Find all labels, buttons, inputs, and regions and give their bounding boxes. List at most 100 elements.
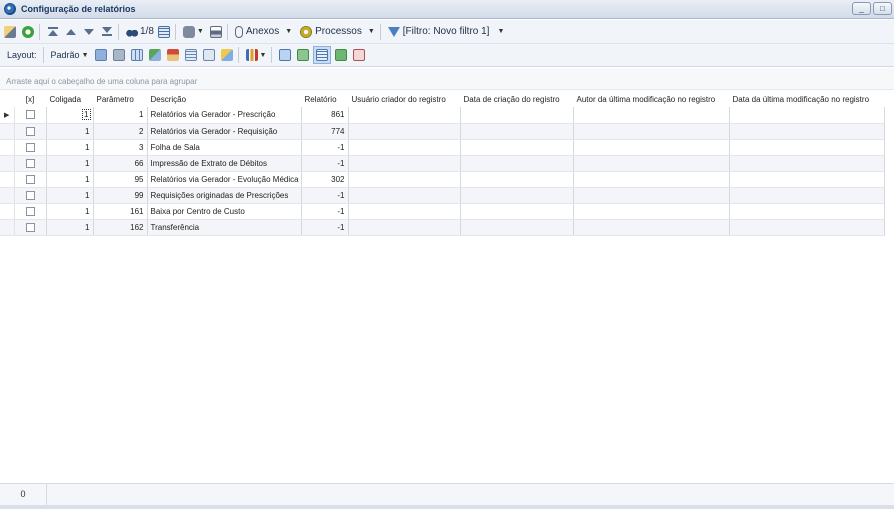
cell-data-modificacao[interactable] (729, 123, 885, 140)
cell-parametro[interactable]: 99 (93, 187, 148, 204)
cell-data-modificacao[interactable] (729, 107, 885, 124)
cell-descricao[interactable]: Transferência (147, 219, 302, 236)
first-record-button[interactable] (45, 23, 61, 41)
cell-relatorio[interactable]: 774 (301, 123, 349, 140)
table-row[interactable]: 1 99 Requisições originadas de Prescriçõ… (0, 187, 885, 204)
view-grid-button[interactable] (313, 46, 332, 64)
cell-coligada[interactable]: 1 (46, 155, 94, 172)
cell-coligada[interactable]: 1 (46, 171, 94, 188)
cell-descricao[interactable]: Relatórios via Gerador - Requisição (147, 123, 302, 140)
cell-autor-modificacao[interactable] (573, 123, 730, 140)
previous-record-button[interactable] (63, 23, 79, 41)
cell-autor-modificacao[interactable] (573, 107, 730, 124)
column-header-select[interactable]: [x] (14, 91, 47, 107)
cell-relatorio[interactable]: -1 (301, 139, 349, 156)
layout-select[interactable]: Padrão ▼ (49, 46, 91, 64)
cell-data-criacao[interactable] (460, 171, 574, 188)
cell-coligada[interactable]: 1 (46, 219, 94, 236)
cell-coligada[interactable]: 1 (46, 203, 94, 220)
column-header-autor-modificacao[interactable]: Autor da última modificação no registro (573, 91, 730, 107)
cell-parametro[interactable]: 66 (93, 155, 148, 172)
cell-autor-modificacao[interactable] (573, 203, 730, 220)
column-header-parametro[interactable]: Parâmetro (93, 91, 148, 107)
cell-data-criacao[interactable] (460, 155, 574, 172)
table-row[interactable]: 1 95 Relatórios via Gerador - Evolução M… (0, 171, 885, 188)
anexos-button[interactable]: Anexos ▼ (233, 23, 294, 41)
cell-data-modificacao[interactable] (729, 219, 885, 236)
layout-home-button[interactable] (165, 46, 181, 64)
cell-usuario-criador[interactable] (348, 107, 461, 124)
filter-button[interactable]: [Filtro: Novo filtro 1] ▼ (386, 23, 507, 41)
cell-data-modificacao[interactable] (729, 187, 885, 204)
cell-relatorio[interactable]: 302 (301, 171, 349, 188)
column-header-descricao[interactable]: Descrição (147, 91, 302, 107)
cell-usuario-criador[interactable] (348, 155, 461, 172)
group-by-panel[interactable]: Arraste aqui o cabeçalho de uma coluna p… (0, 68, 894, 90)
column-header-usuario-criador[interactable]: Usuário criador do registro (348, 91, 461, 107)
cell-relatorio[interactable]: 861 (301, 107, 349, 124)
view-details-button[interactable] (333, 46, 349, 64)
row-checkbox[interactable] (25, 142, 35, 152)
print-button[interactable] (208, 23, 224, 41)
cell-autor-modificacao[interactable] (573, 155, 730, 172)
row-checkbox[interactable] (25, 190, 35, 200)
view-text-button[interactable] (351, 46, 367, 64)
maximize-button[interactable]: □ (873, 2, 892, 15)
cell-usuario-criador[interactable] (348, 123, 461, 140)
cell-usuario-criador[interactable] (348, 219, 461, 236)
row-checkbox[interactable] (25, 126, 35, 136)
options-dropdown-button[interactable]: ▼ (181, 23, 206, 41)
cell-descricao[interactable]: Requisições originadas de Prescrições (147, 187, 302, 204)
view-form-button[interactable] (277, 46, 293, 64)
layout-group-button[interactable] (201, 46, 217, 64)
row-checkbox[interactable] (25, 174, 35, 184)
cell-parametro[interactable]: 2 (93, 123, 148, 140)
cell-data-criacao[interactable] (460, 139, 574, 156)
cell-relatorio[interactable]: -1 (301, 155, 349, 172)
layout-load-button[interactable] (111, 46, 127, 64)
chart-dropdown-button[interactable]: ▼ (244, 46, 269, 64)
cell-data-criacao[interactable] (460, 107, 574, 124)
table-row[interactable]: 1 162 Transferência -1 (0, 219, 885, 236)
cell-coligada[interactable]: 1 (46, 123, 94, 140)
table-row[interactable]: 1 161 Baixa por Centro de Custo -1 (0, 203, 885, 220)
table-row[interactable]: 1 3 Folha de Sala -1 (0, 139, 885, 156)
cell-data-modificacao[interactable] (729, 155, 885, 172)
cell-usuario-criador[interactable] (348, 139, 461, 156)
cell-autor-modificacao[interactable] (573, 219, 730, 236)
row-checkbox[interactable] (25, 222, 35, 232)
next-record-button[interactable] (81, 23, 97, 41)
cell-relatorio[interactable]: -1 (301, 219, 349, 236)
cell-usuario-criador[interactable] (348, 187, 461, 204)
layout-export-button[interactable] (147, 46, 163, 64)
cell-data-criacao[interactable] (460, 203, 574, 220)
cell-relatorio[interactable]: -1 (301, 203, 349, 220)
layout-save-button[interactable] (93, 46, 109, 64)
cell-data-modificacao[interactable] (729, 203, 885, 220)
row-checkbox[interactable] (25, 158, 35, 168)
cell-descricao[interactable]: Relatórios via Gerador - Prescrição (147, 107, 302, 124)
column-header-data-criacao[interactable]: Data de criação do registro (460, 91, 574, 107)
row-checkbox[interactable] (25, 206, 35, 216)
table-row[interactable]: ▶ 1 1 Relatórios via Gerador - Prescriçã… (0, 107, 885, 124)
column-header-data-modificacao[interactable]: Data da última modificação no registro (729, 91, 885, 107)
processos-button[interactable]: Processos ▼ (298, 23, 377, 41)
cell-descricao[interactable]: Baixa por Centro de Custo (147, 203, 302, 220)
cell-data-criacao[interactable] (460, 219, 574, 236)
grid-view-button[interactable] (156, 23, 172, 41)
search-button[interactable] (124, 23, 140, 41)
cell-parametro[interactable]: 3 (93, 139, 148, 156)
cell-data-modificacao[interactable] (729, 171, 885, 188)
table-row[interactable]: 1 2 Relatórios via Gerador - Requisição … (0, 123, 885, 140)
column-header-coligada[interactable]: Coligada (46, 91, 94, 107)
cell-relatorio[interactable]: -1 (301, 187, 349, 204)
cell-descricao[interactable]: Relatórios via Gerador - Evolução Médica (147, 171, 302, 188)
cell-parametro[interactable]: 161 (93, 203, 148, 220)
cell-descricao[interactable]: Folha de Sala (147, 139, 302, 156)
layout-sort-button[interactable] (183, 46, 199, 64)
cell-descricao[interactable]: Impressão de Extrato de Débitos (147, 155, 302, 172)
cell-autor-modificacao[interactable] (573, 171, 730, 188)
cell-data-criacao[interactable] (460, 187, 574, 204)
column-header-relatorio[interactable]: Relatório (301, 91, 349, 107)
row-checkbox[interactable] (25, 110, 35, 120)
